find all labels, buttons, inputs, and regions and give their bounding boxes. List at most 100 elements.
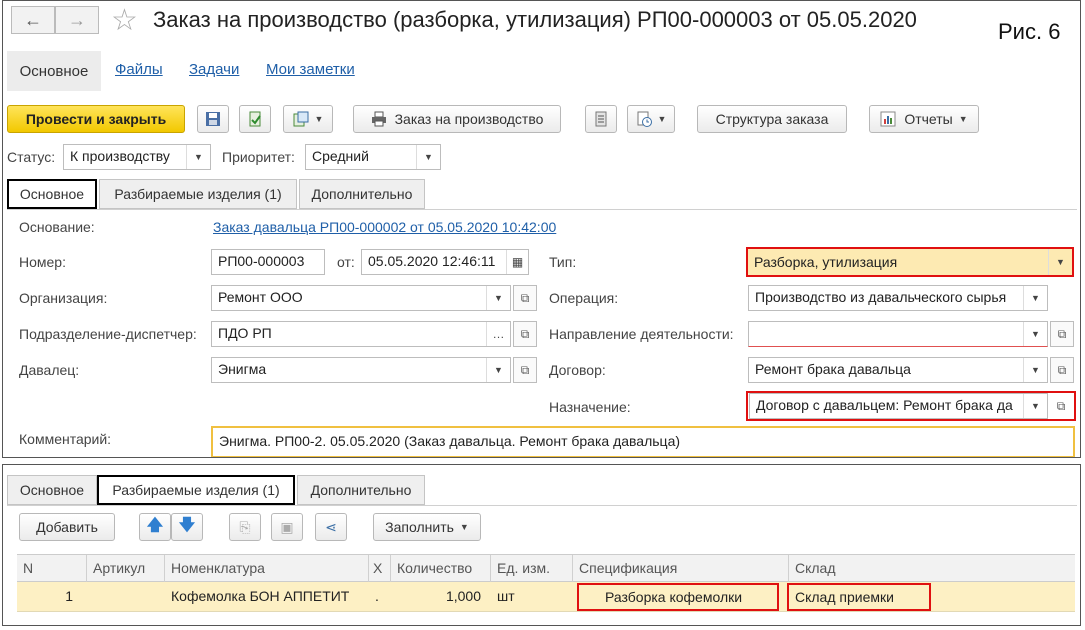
calendar-icon[interactable]: ▦: [506, 250, 528, 274]
section-nav: Основное Файлы Задачи Мои заметки: [3, 47, 1080, 91]
number-label: Номер:: [19, 254, 66, 270]
dept-field[interactable]: ПДО РП …: [211, 321, 511, 347]
nav-files[interactable]: Файлы: [115, 61, 163, 78]
number-field[interactable]: РП00-000003: [211, 249, 325, 275]
list-button[interactable]: [585, 105, 617, 133]
client-field[interactable]: Энигма ▼: [211, 357, 511, 383]
contract-field[interactable]: Ремонт брака давальца ▼: [748, 357, 1048, 383]
direction-label: Направление деятельности:: [549, 326, 734, 342]
production-order-button[interactable]: Заказ на производство: [353, 105, 561, 133]
column-nomenclature[interactable]: Номенклатура: [165, 555, 369, 583]
basis-link[interactable]: Заказ давальца РП00-000002 от 05.05.2020…: [213, 219, 556, 235]
open-client-button[interactable]: ⧉: [513, 357, 537, 383]
post-and-close-button[interactable]: Провести и закрыть: [7, 105, 185, 133]
tab-disassembled-items-lower[interactable]: Разбираемые изделия (1): [97, 475, 295, 505]
cell-article: [87, 582, 165, 612]
chevron-down-icon: ▼: [459, 522, 469, 532]
chevron-down-icon[interactable]: ▼: [1023, 286, 1047, 310]
cell-specification: Разборка кофемолки: [577, 583, 779, 611]
order-structure-button[interactable]: Структура заказа: [697, 105, 847, 133]
ellipsis-icon[interactable]: …: [486, 322, 510, 346]
comment-field[interactable]: Энигма. РП00-2. 05.05.2020 (Заказ даваль…: [211, 426, 1075, 457]
arrow-left-icon: ←: [24, 9, 42, 30]
tab-main-lower[interactable]: Основное: [7, 475, 97, 505]
org-value: Ремонт ООО: [218, 289, 303, 305]
chevron-down-icon[interactable]: ▼: [1023, 322, 1047, 346]
nav-notes[interactable]: Мои заметки: [266, 61, 355, 78]
column-n[interactable]: N: [17, 555, 87, 583]
document-list-icon: [595, 111, 607, 127]
history-button[interactable]: ▼: [627, 105, 675, 133]
status-select[interactable]: К производству ▼: [63, 144, 211, 170]
chevron-down-icon[interactable]: ▼: [416, 145, 440, 169]
chevron-down-icon[interactable]: ▼: [186, 145, 210, 169]
back-button[interactable]: ←: [11, 6, 55, 34]
client-label: Давалец:: [19, 362, 80, 378]
copy-icon: ⎘: [239, 518, 251, 535]
favorite-star-icon[interactable]: ☆: [111, 3, 138, 38]
window-title: Заказ на производство (разборка, утилиза…: [153, 7, 917, 32]
column-unit[interactable]: Ед. изм.: [491, 555, 573, 583]
contract-label: Договор:: [549, 362, 606, 378]
type-select[interactable]: Разборка, утилизация ▼: [746, 247, 1074, 277]
chevron-down-icon: ▼: [657, 114, 667, 124]
open-org-button[interactable]: ⧉: [513, 285, 537, 311]
priority-select[interactable]: Средний ▼: [305, 144, 441, 170]
copy-button[interactable]: ⎘: [229, 513, 261, 541]
forward-button[interactable]: →: [55, 6, 99, 34]
chevron-down-icon[interactable]: ▼: [1048, 249, 1072, 275]
direction-field[interactable]: ▼: [748, 321, 1048, 347]
type-label: Тип:: [549, 254, 577, 270]
open-purpose-button[interactable]: ⧉: [1049, 393, 1073, 419]
chevron-down-icon[interactable]: ▼: [486, 286, 510, 310]
reports-button[interactable]: Отчеты ▼: [869, 105, 979, 133]
tab-divider: [7, 209, 1077, 210]
nav-tasks[interactable]: Задачи: [189, 61, 239, 78]
tab-disassembled-items[interactable]: Разбираемые изделия (1): [99, 179, 297, 209]
purpose-value: Договор с давальцем: Ремонт брака да: [756, 397, 1013, 413]
table-row[interactable]: 1 Кофемолка БОН АППЕТИТ . 1,000 шт Разбо…: [17, 582, 1075, 612]
column-specification[interactable]: Спецификация: [573, 555, 789, 583]
open-contract-button[interactable]: ⧉: [1050, 357, 1074, 383]
open-direction-button[interactable]: ⧉: [1050, 321, 1074, 347]
column-x[interactable]: Х: [369, 555, 391, 583]
arrow-up-icon: 🡅: [146, 516, 164, 534]
tab-divider-lower: [7, 505, 1077, 506]
chevron-down-icon: ▼: [958, 114, 968, 124]
tab-main[interactable]: Основное: [7, 179, 97, 209]
column-article[interactable]: Артикул: [87, 555, 165, 583]
post-button[interactable]: [239, 105, 271, 133]
add-button[interactable]: Добавить: [19, 513, 115, 541]
column-warehouse[interactable]: Склад: [789, 555, 1075, 583]
arrow-down-icon: 🡇: [178, 516, 196, 534]
split-button[interactable]: ⋖: [315, 513, 347, 541]
save-button[interactable]: [197, 105, 229, 133]
production-order-label: Заказ на производство: [394, 111, 544, 127]
chevron-down-icon[interactable]: ▼: [1023, 358, 1047, 382]
cell-n: 1: [65, 588, 73, 604]
open-window-icon: ⧉: [520, 290, 530, 305]
dept-label: Подразделение-диспетчер:: [19, 326, 197, 342]
purpose-field[interactable]: Договор с давальцем: Ремонт брака да ▼: [749, 393, 1048, 419]
move-down-button[interactable]: 🡇: [171, 513, 203, 541]
paste-button[interactable]: ▣: [271, 513, 303, 541]
open-window-icon: ⧉: [520, 326, 530, 341]
cell-unit: шт: [497, 588, 515, 604]
cell-x: .: [375, 588, 379, 604]
operation-select[interactable]: Производство из давальческого сырья ▼: [748, 285, 1048, 311]
date-field[interactable]: 05.05.2020 12:46:11 ▦: [361, 249, 529, 275]
open-dept-button[interactable]: ⧉: [513, 321, 537, 347]
chevron-down-icon[interactable]: ▼: [486, 358, 510, 382]
fill-button[interactable]: Заполнить ▼: [373, 513, 481, 541]
move-up-button[interactable]: 🡅: [139, 513, 171, 541]
nav-main[interactable]: Основное: [7, 51, 101, 91]
dept-value: ПДО РП: [218, 325, 272, 341]
org-field[interactable]: Ремонт ООО ▼: [211, 285, 511, 311]
status-label: Статус:: [7, 149, 56, 165]
split-icon: ⋖: [325, 518, 337, 535]
chevron-down-icon[interactable]: ▼: [1023, 394, 1047, 418]
tab-additional-lower[interactable]: Дополнительно: [297, 475, 425, 505]
create-based-on-button[interactable]: ▼: [283, 105, 333, 133]
column-quantity[interactable]: Количество: [391, 555, 491, 583]
tab-additional[interactable]: Дополнительно: [299, 179, 425, 209]
